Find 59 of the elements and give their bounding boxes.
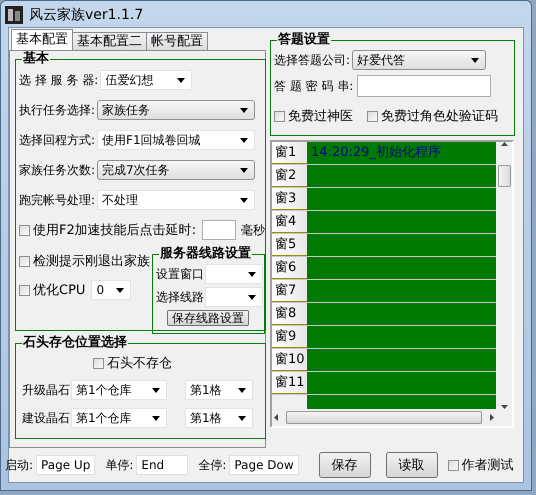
row-header: 窗5 xyxy=(272,234,307,256)
group-title: 石头存仓位置选择 xyxy=(23,335,127,350)
unit-label: 毫秒 xyxy=(241,222,265,238)
checkbox-label: 免费过角色处验证码 xyxy=(381,108,498,125)
hotkey-label: 启动: xyxy=(5,456,34,474)
dropdown[interactable]: 不处理 xyxy=(97,190,256,210)
row-header: 窗9 xyxy=(272,326,307,348)
checkbox-label: 石头不存仓 xyxy=(107,355,172,372)
checkbox-label: 检测提示刚退出家族 xyxy=(33,253,150,270)
dropdown[interactable]: 第1个仓库 xyxy=(71,408,167,428)
save-line-button[interactable]: 保存线路设置 xyxy=(167,310,249,326)
action-button[interactable]: 读取 xyxy=(386,452,438,478)
checkbox-label: 优化CPU xyxy=(33,282,86,299)
hotkey-field[interactable]: Page Dow xyxy=(229,455,299,475)
field-label: 建设晶石 xyxy=(22,410,70,426)
dropdown[interactable]: 家族任务 xyxy=(97,100,256,120)
field-label: 选择答题公司: xyxy=(274,52,350,68)
group-title: 服务器线路设置 xyxy=(160,246,251,261)
row-header: 窗6 xyxy=(272,257,307,279)
hotkey-label: 全停: xyxy=(198,456,226,474)
window-title: 风云家族ver1.1.7 xyxy=(29,6,144,24)
action-button[interactable]: 保存 xyxy=(318,452,371,478)
group-title: 答题设置 xyxy=(278,32,330,47)
tab[interactable]: 基本配置 xyxy=(11,29,73,50)
field-label: 选 择 服 务 器: xyxy=(19,72,98,88)
dropdown[interactable]: 第1个仓库 xyxy=(71,380,167,400)
field-label: 执行任务选择: xyxy=(19,102,96,118)
field-label: 选择回程方式: xyxy=(19,132,96,148)
group-title: 基本 xyxy=(23,51,49,66)
field-label: 选择线路 xyxy=(156,288,204,306)
row-header: 窗4 xyxy=(272,211,307,233)
row-header: 窗10 xyxy=(272,349,307,371)
log-text: 14:20:29_初始化程序 xyxy=(311,145,441,160)
tab[interactable]: 基本配置二 xyxy=(72,32,147,50)
dropdown[interactable]: 伍爱幻想 xyxy=(100,70,192,90)
dropdown[interactable]: 第1格 xyxy=(185,408,253,428)
dropdown[interactable]: 好爱代答 xyxy=(352,50,486,70)
dropdown[interactable]: 0 xyxy=(91,280,132,300)
checkbox-label: 作者测试 xyxy=(462,457,514,474)
dropdown[interactable]: 使用F1回城卷回城 xyxy=(97,130,256,150)
checkbox-label: 免费过神医 xyxy=(288,108,353,125)
field-label: 答 题 密 码 串: xyxy=(274,78,354,94)
hotkey-field[interactable]: Page Up xyxy=(36,455,96,475)
dropdown[interactable]: 完成7次任务 xyxy=(97,160,256,180)
hotkey-field[interactable]: End xyxy=(136,455,188,475)
row-header: 窗3 xyxy=(272,188,307,210)
row-header: 窗11 xyxy=(272,372,307,394)
field-label: 家族任务次数: xyxy=(19,162,96,178)
dropdown[interactable]: 第1格 xyxy=(185,380,253,400)
field-label: 升级晶石 xyxy=(22,382,70,398)
hotkey-label: 单停: xyxy=(105,456,134,474)
tab[interactable]: 帐号配置 xyxy=(146,32,208,50)
checkbox-label: 使用F2加速技能后点击延时: xyxy=(33,222,196,239)
row-header: 窗8 xyxy=(272,303,307,325)
field-label: 跑完帐号处理: xyxy=(19,192,96,208)
row-header: 窗2 xyxy=(272,165,307,187)
field-label: 设置窗口 xyxy=(156,266,204,282)
row-header: 窗1 xyxy=(272,142,307,164)
row-header: 窗7 xyxy=(272,280,307,302)
